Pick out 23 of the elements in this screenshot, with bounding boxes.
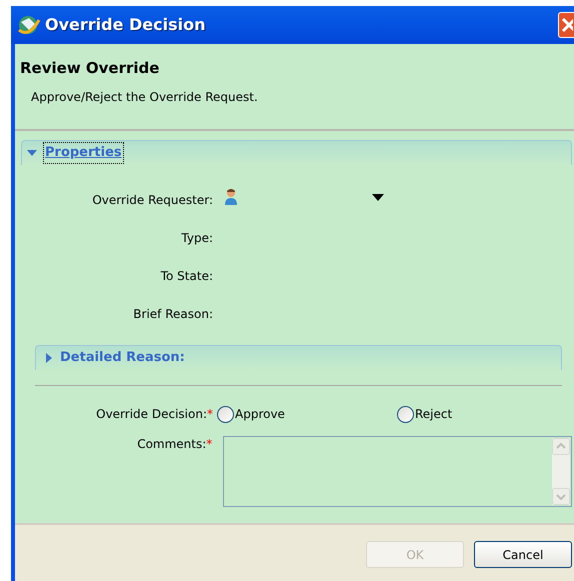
window-title: Override Decision (45, 14, 206, 36)
properties-link[interactable]: Properties (43, 142, 124, 164)
app-icon (17, 14, 41, 36)
page-heading: Review Override (20, 58, 160, 79)
field-label: Comments:* (136, 436, 212, 453)
expanded-triangle-icon[interactable] (27, 150, 37, 156)
person-icon (224, 188, 238, 206)
radio-option[interactable]: Reject (397, 405, 452, 423)
dropdown-arrow-icon (372, 194, 384, 200)
field-label: Override Requester: (91, 192, 213, 209)
section-header[interactable]: Detailed Reason: (35, 345, 562, 370)
page-description: Approve/Reject the Override Request. (31, 88, 259, 106)
requester-dropdown[interactable] (224, 188, 384, 206)
field-label: Override Decision:* (95, 406, 213, 423)
collapsed-triangle-icon[interactable] (46, 353, 52, 363)
section-title: Detailed Reason: (60, 349, 185, 368)
dialog-button[interactable]: Cancel (474, 541, 572, 568)
comments-field[interactable] (223, 436, 572, 507)
close-button[interactable] (558, 12, 574, 38)
field-label: To State: (160, 268, 213, 285)
field-label: Type: (180, 230, 213, 247)
radio-option[interactable]: Approve (217, 405, 397, 423)
field-label: Brief Reason: (132, 306, 213, 323)
